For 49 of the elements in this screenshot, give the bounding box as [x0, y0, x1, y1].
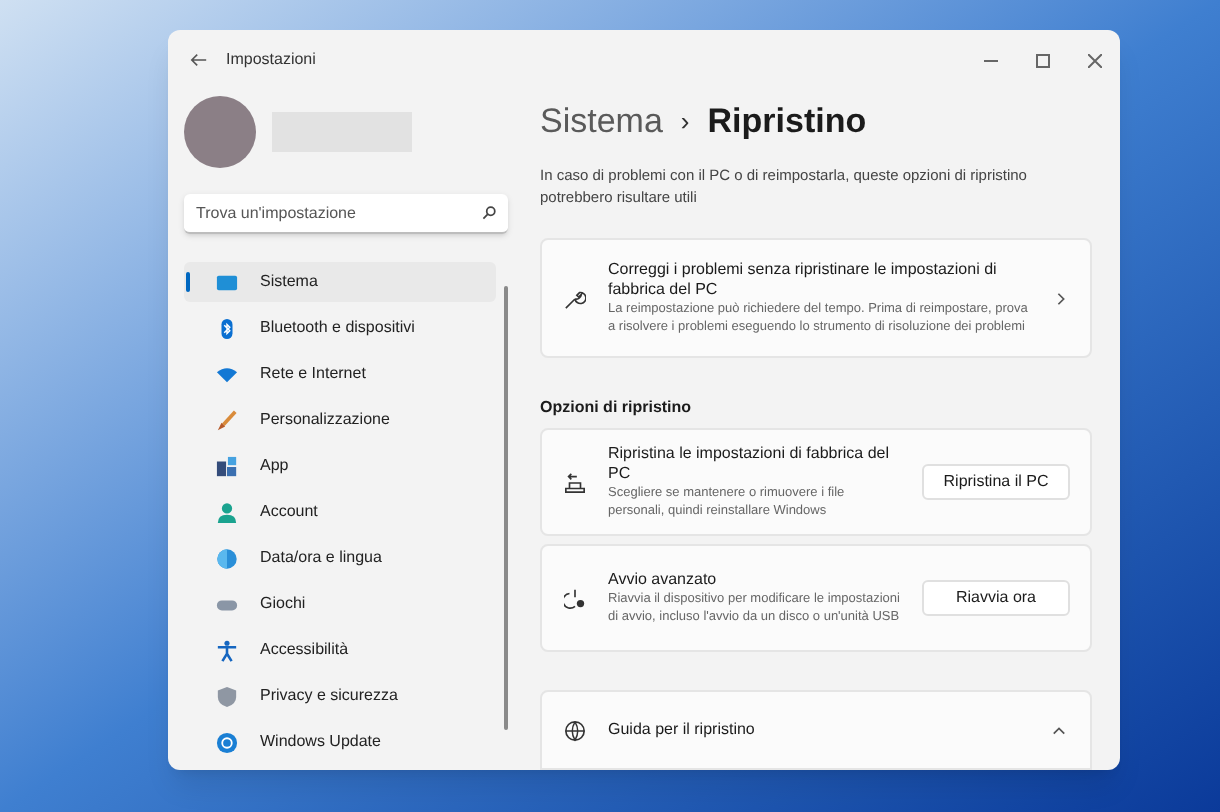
troubleshoot-card[interactable]	[540, 238, 1092, 358]
option-button[interactable]: Riavvia ora	[922, 580, 1070, 616]
brush-icon	[216, 409, 238, 431]
globe-icon	[564, 719, 586, 741]
back-arrow-icon	[189, 52, 207, 68]
sidebar-item[interactable]: Giochi	[184, 584, 496, 624]
wrench-icon	[564, 287, 586, 309]
sidebar-item[interactable]: Personalizzazione	[184, 400, 496, 440]
chevron-right-icon	[1056, 291, 1066, 305]
sidebar-item[interactable]: Windows Update	[184, 722, 496, 762]
page-title: Ripristino	[707, 100, 867, 145]
window-title: Impostazioni	[226, 48, 316, 72]
chevron-icon	[1052, 725, 1066, 735]
sidebar-item[interactable]: Account	[184, 492, 496, 532]
breadcrumb-parent[interactable]: Sistema	[540, 96, 663, 148]
search-input[interactable]: Trova un'impostazione	[196, 201, 482, 225]
help-title: Guida per il ripristino	[608, 718, 757, 742]
card-title: Correggi i problemi senza ripristinare le impostazioni di fabbrica del PC	[608, 260, 999, 300]
sidebar-item[interactable]: Rete e Internet	[184, 354, 496, 394]
reset-pc-icon	[564, 471, 586, 493]
accessibility-icon	[216, 639, 238, 661]
sidebar-item[interactable]: Sistema	[184, 262, 496, 302]
breadcrumb-separator: ›	[680, 104, 690, 141]
shield-icon	[216, 685, 238, 707]
option-title: Ripristina le impostazioni di fabbrica del PC	[608, 444, 892, 484]
maximize-icon	[1035, 53, 1049, 67]
search-icon	[482, 206, 496, 220]
person-icon	[216, 501, 238, 523]
option-button[interactable]: Ripristina il PC	[922, 464, 1070, 500]
search-field[interactable]: Trova un'impostazione	[184, 194, 508, 234]
sidebar-item[interactable]: Data/ora e lingua	[184, 538, 496, 578]
section-title: Opzioni di ripristino	[540, 396, 694, 420]
help-card[interactable]: Guida per il ripristino	[540, 690, 1092, 770]
power-gear-icon	[564, 587, 586, 609]
sidebar-item[interactable]: Accessibilità	[184, 630, 496, 670]
update-icon	[216, 731, 238, 753]
globe-clock-icon	[216, 547, 238, 569]
avatar-placeholder	[184, 96, 256, 168]
sidebar-item[interactable]: Bluetooth e dispositivi	[184, 308, 496, 348]
selection-indicator	[186, 272, 190, 292]
monitor-icon	[216, 271, 238, 293]
sidebar-item[interactable]: Privacy e sicurezza	[184, 676, 496, 716]
close-icon	[1087, 53, 1101, 67]
bluetooth-icon	[216, 317, 238, 339]
option-title: Avvio avanzato	[608, 570, 719, 590]
minimize-icon	[983, 59, 997, 61]
apps-icon	[216, 455, 238, 477]
sidebar-item[interactable]: App	[184, 446, 496, 486]
wifi-icon	[216, 363, 238, 385]
